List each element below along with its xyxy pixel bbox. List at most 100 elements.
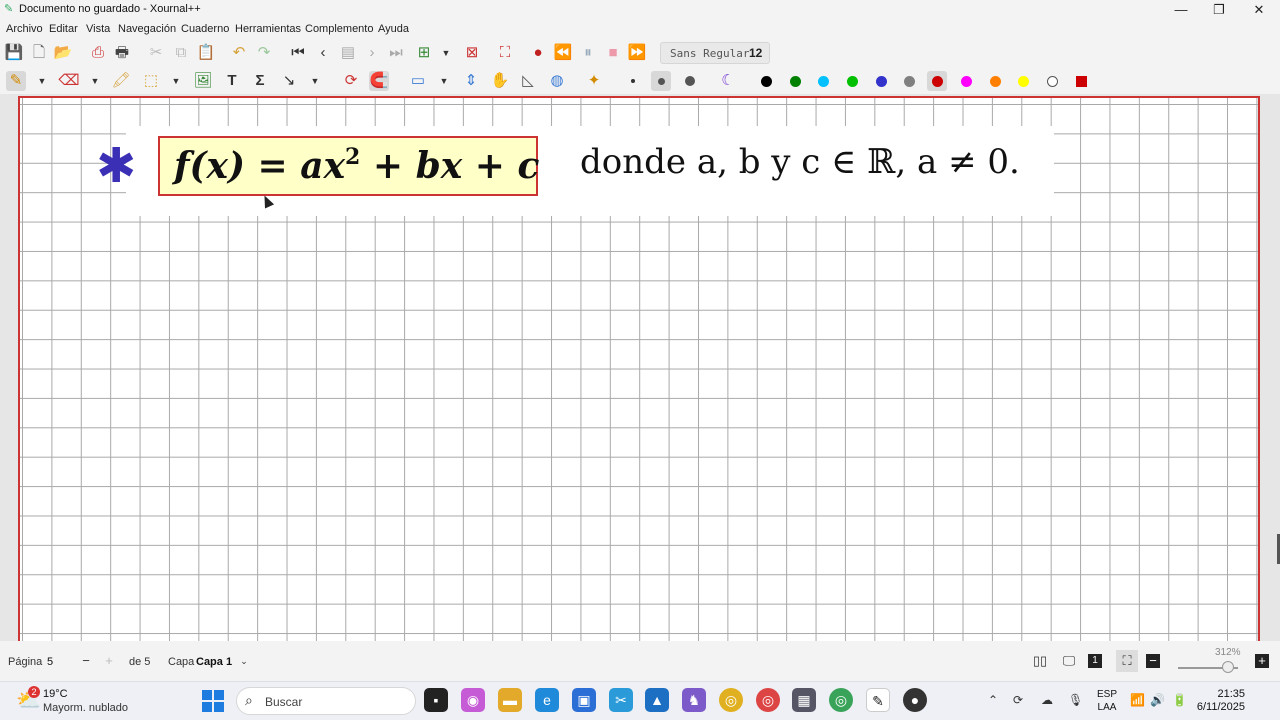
print-icon[interactable]: 🖶 <box>112 43 132 63</box>
color-red-button[interactable] <box>927 71 947 91</box>
select-tool-icon[interactable]: ⬚ <box>141 71 161 91</box>
goto-page-icon[interactable]: ▤ <box>338 43 358 63</box>
chrome-profile-icon[interactable]: ◎ <box>756 688 780 712</box>
shape-recognizer-icon[interactable]: ⟳ <box>341 71 361 91</box>
record-icon[interactable]: ● <box>528 43 548 63</box>
zoom-out-icon[interactable]: − <box>1146 654 1160 668</box>
cut-icon[interactable]: ✂ <box>146 43 166 63</box>
zoom-slider-handle[interactable] <box>1222 661 1234 673</box>
color-black-icon[interactable] <box>761 76 772 87</box>
file-explorer-icon[interactable]: ▬ <box>498 688 522 712</box>
thick-line-icon[interactable] <box>685 76 695 86</box>
rewind-icon[interactable]: ⏪ <box>553 43 573 63</box>
start-button[interactable] <box>202 690 224 712</box>
export-pdf-icon[interactable]: ⎙ <box>88 43 108 63</box>
layer-dropdown-icon[interactable]: ⌄ <box>235 652 253 670</box>
color-white-icon[interactable] <box>1047 76 1058 87</box>
menu-complemento[interactable]: Complemento <box>305 23 373 35</box>
sync-icon[interactable]: ⟳ <box>1013 693 1023 707</box>
task-view-icon[interactable]: ▪ <box>424 688 448 712</box>
layer-selector[interactable]: Capa 1 <box>196 656 232 668</box>
select-dropdown-icon[interactable]: ▼ <box>166 71 186 91</box>
zoom-100-icon[interactable]: 1 <box>1088 654 1102 668</box>
wifi-icon[interactable]: 📶 <box>1130 693 1145 707</box>
custom-color-button[interactable] <box>1071 71 1091 91</box>
copilot-icon[interactable]: ◉ <box>461 688 485 712</box>
clock[interactable]: 21:35 6/11/2025 <box>1195 688 1245 714</box>
notebook-page[interactable]: ✱ f(x) = ax2 + bx + c donde a, b y c ∈ ℝ… <box>18 96 1260 641</box>
chrome-icon[interactable]: ◎ <box>719 688 743 712</box>
presentation-icon[interactable]: 🖵 <box>1060 652 1078 670</box>
menu-cuaderno[interactable]: Cuaderno <box>181 23 229 35</box>
ruler-icon[interactable]: 🧲 <box>369 71 389 91</box>
store-icon[interactable]: ▣ <box>572 688 596 712</box>
page-increment-icon[interactable]: + <box>100 652 118 670</box>
tray-overflow-icon[interactable]: ⌃ <box>988 693 998 707</box>
eraser-dropdown-icon[interactable]: ▼ <box>85 71 105 91</box>
medium-line-button[interactable] <box>651 71 671 91</box>
pen-tool-icon[interactable]: ✎ <box>6 71 26 91</box>
onedrive-icon[interactable]: ☁ <box>1041 693 1053 707</box>
add-page-dropdown-icon[interactable]: ▼ <box>436 43 456 63</box>
new-document-icon[interactable]: 🗋 <box>29 43 49 63</box>
battery-icon[interactable]: 🔋 <box>1172 693 1187 707</box>
copy-icon[interactable]: ⧉ <box>171 43 191 63</box>
add-page-icon[interactable]: ⊞ <box>414 43 434 63</box>
menu-navegacion[interactable]: Navegación <box>118 23 176 35</box>
text-tool-icon[interactable]: T <box>222 71 242 91</box>
first-page-icon[interactable]: ⏮ <box>288 43 308 63</box>
shape-dropdown-icon[interactable]: ▼ <box>305 71 325 91</box>
menu-editar[interactable]: Editar <box>49 23 78 35</box>
vertical-space-tool-icon[interactable]: ↘ <box>279 71 299 91</box>
menu-herramientas[interactable]: Herramientas <box>235 23 301 35</box>
chrome-alt-icon[interactable]: ◎ <box>829 688 853 712</box>
color-green-icon[interactable] <box>790 76 801 87</box>
minimize-button[interactable]: — <box>1162 0 1200 20</box>
setsquare-icon[interactable]: ◺ <box>518 71 538 91</box>
save-icon[interactable]: 💾 <box>4 43 24 63</box>
pause-icon[interactable]: ⏸ <box>578 43 598 63</box>
image-tool-icon[interactable]: 🖼 <box>193 71 213 91</box>
xournal-taskbar-icon[interactable]: ✎ <box>866 688 890 712</box>
edge-icon[interactable]: e <box>535 688 559 712</box>
color-picker-icon[interactable]: ☾ <box>718 71 738 91</box>
photos-icon[interactable]: ▲ <box>645 688 669 712</box>
page-number-input[interactable]: 5 <box>42 651 76 673</box>
color-light-green-icon[interactable] <box>847 76 858 87</box>
compass-icon[interactable]: ◍ <box>547 71 567 91</box>
open-folder-icon[interactable]: 📂 <box>53 43 73 63</box>
rectangle-tool-icon[interactable]: ▭ <box>408 71 428 91</box>
menu-vista[interactable]: Vista <box>86 23 110 35</box>
font-selector[interactable]: Sans Regular 12 <box>660 42 770 64</box>
color-magenta-icon[interactable] <box>961 76 972 87</box>
maximize-button[interactable]: ❐ <box>1200 0 1238 20</box>
page-decrement-icon[interactable]: − <box>77 652 95 670</box>
color-blue-icon[interactable] <box>876 76 887 87</box>
taskbar-search[interactable]: ⌕ Buscar <box>236 687 416 715</box>
close-button[interactable]: ✕ <box>1240 0 1278 20</box>
last-page-icon[interactable]: ⏭ <box>386 43 406 63</box>
stop-icon[interactable]: ■ <box>603 43 623 63</box>
language-indicator[interactable]: ESP LAA <box>1097 688 1117 714</box>
color-cyan-icon[interactable] <box>818 76 829 87</box>
game-icon[interactable]: ♞ <box>682 688 706 712</box>
canvas-area[interactable]: ✱ f(x) = ax2 + bx + c donde a, b y c ∈ ℝ… <box>0 94 1280 641</box>
color-orange-icon[interactable] <box>990 76 1001 87</box>
microphone-icon[interactable]: 🎙 <box>1068 693 1083 707</box>
menu-ayuda[interactable]: Ayuda <box>378 23 409 35</box>
latex-tool-icon[interactable]: Σ <box>250 71 270 91</box>
zoom-in-icon[interactable]: + <box>1255 654 1269 668</box>
fill-tool-icon[interactable]: ✦ <box>584 71 604 91</box>
formula-box[interactable]: f(x) = ax2 + bx + c <box>158 136 539 196</box>
dual-page-icon[interactable]: ▯▯ <box>1031 652 1049 670</box>
eraser-tool-icon[interactable]: ⌫ <box>58 71 79 91</box>
menu-archivo[interactable]: Archivo <box>6 23 43 35</box>
pen-dropdown-icon[interactable]: ▼ <box>32 71 52 91</box>
thin-line-icon[interactable] <box>631 79 635 83</box>
obs-icon[interactable]: ● <box>903 688 927 712</box>
zoom-fit-icon[interactable]: ⛶ <box>1116 650 1138 672</box>
rectangle-dropdown-icon[interactable]: ▼ <box>434 71 454 91</box>
insert-space-icon[interactable]: ⇕ <box>461 71 481 91</box>
delete-page-icon[interactable]: ⊠ <box>462 43 482 63</box>
highlighter-tool-icon[interactable]: 🖍 <box>111 71 131 91</box>
